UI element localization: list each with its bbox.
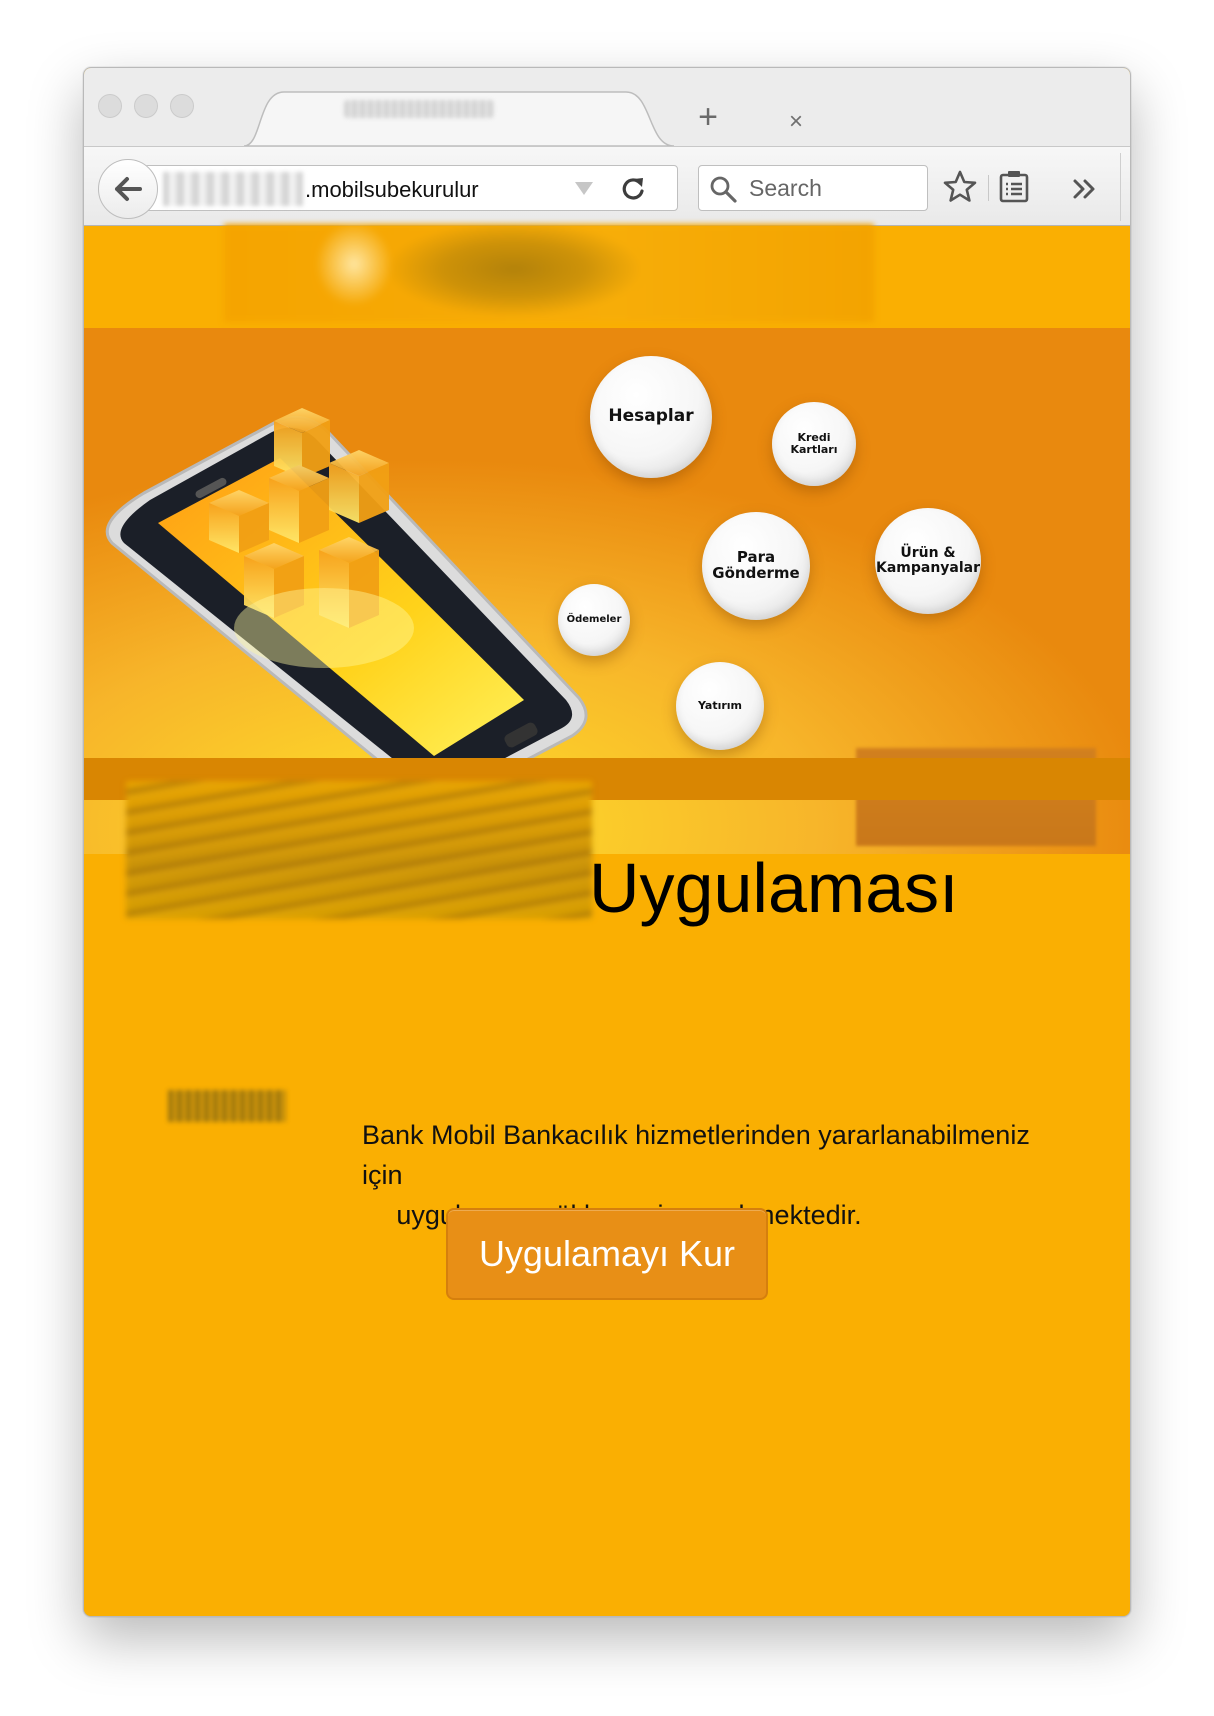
bubble-urun-kampanyalar: Ürün & Kampanyalar [875, 508, 981, 614]
page-content: Hesaplar Kredi Kartları Para Gönderme Ürün… [84, 224, 1130, 1616]
address-bar[interactable]: .mobilsubekurulur [144, 165, 678, 211]
top-logo-redacted [224, 224, 874, 322]
back-arrow-icon [115, 177, 142, 201]
bubble-hesaplar-label: Hesaplar [608, 406, 694, 427]
tab-title-redacted [344, 100, 494, 118]
address-redacted [163, 172, 303, 206]
bubble-yatirim: Yatırım [676, 662, 764, 750]
search-icon [710, 176, 737, 203]
bubble-para-gonderme: Para Gönderme [702, 512, 810, 620]
tab-bar: × + [84, 68, 1130, 147]
reload-icon[interactable] [618, 174, 648, 204]
bubble-odemeler-label: Ödemeler [566, 613, 622, 625]
new-tab-button[interactable]: + [692, 100, 724, 134]
bubble-odemeler: Ödemeler [558, 584, 630, 656]
bubble-para-line2: Gönderme [712, 564, 800, 582]
page-headline: Uygulaması [589, 849, 959, 927]
star-icon[interactable] [942, 169, 978, 205]
install-app-button[interactable]: Uygulamayı Kur [446, 1208, 768, 1300]
browser-window: × + .mobilsubekurulur Search Hesaplar Kr… [83, 67, 1131, 1617]
navigation-toolbar: .mobilsubekurulur [84, 146, 1130, 226]
reading-list-icon[interactable] [996, 169, 1032, 205]
window-minimize-button[interactable] [134, 94, 158, 118]
bubble-urun-line2: Kampanyalar [875, 560, 981, 576]
bubble-kredi-kartlari: Kredi Kartları [772, 402, 856, 486]
toolbar-separator [1120, 153, 1121, 221]
chevron-double-right-icon[interactable] [1068, 171, 1104, 207]
history-dropdown-icon[interactable] [575, 182, 593, 195]
back-button[interactable] [98, 159, 158, 219]
bubble-yatirim-label: Yatırım [697, 699, 743, 713]
tab-close-icon[interactable]: × [784, 110, 808, 134]
address-text: .mobilsubekurulur [305, 177, 479, 202]
toolbar-divider [988, 175, 989, 201]
bank-logo-redacted [126, 781, 592, 919]
bubble-kredi-line2: Kartları [790, 443, 838, 456]
active-tab[interactable]: × [244, 88, 803, 147]
window-close-button[interactable] [98, 94, 122, 118]
search-bar[interactable] [698, 165, 928, 211]
search-input[interactable] [749, 174, 919, 202]
window-zoom-button[interactable] [170, 94, 194, 118]
bubble-urun-line1: Ürün & [900, 545, 956, 562]
bubble-hesaplar: Hesaplar [590, 356, 712, 478]
description-line-1: Bank Mobil Bankacılık hizmetlerinden yar… [362, 1120, 1030, 1190]
